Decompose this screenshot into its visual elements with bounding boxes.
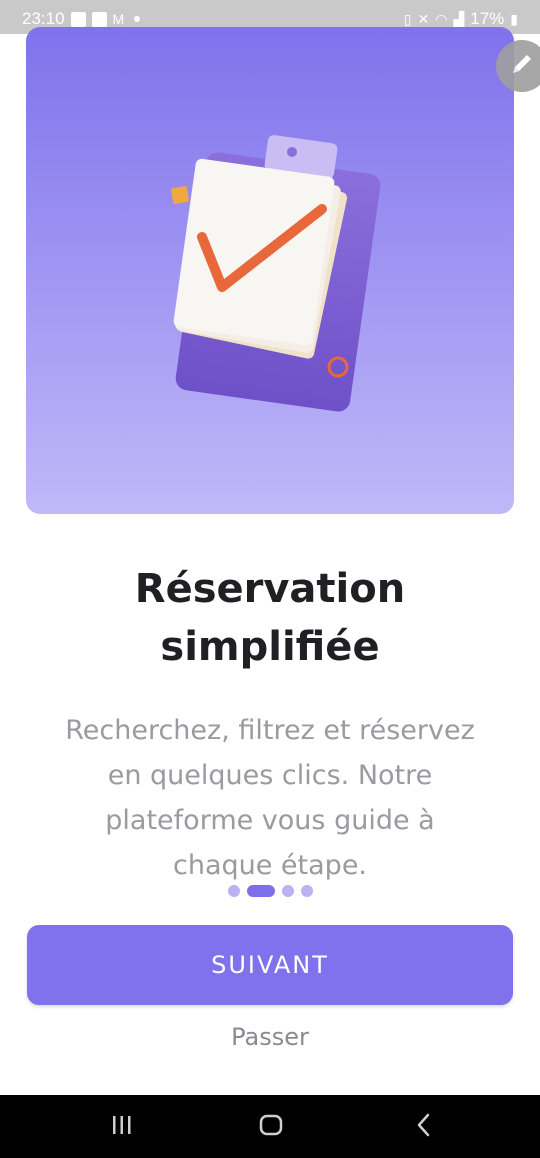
battery-percent: 17% — [470, 9, 505, 28]
navigation-bar — [0, 1095, 540, 1158]
onboarding-title: Réservation simplifiée — [40, 560, 500, 676]
description-line: plateforme vous guide à — [105, 805, 435, 836]
page-dot — [281, 885, 294, 897]
page-dot-active — [246, 885, 275, 897]
hero-illustration-card — [26, 27, 514, 514]
skip-button[interactable]: Passer — [0, 1020, 540, 1054]
home-icon[interactable] — [257, 1111, 285, 1139]
mail-icon: M — [112, 11, 125, 27]
battery-icon: ▮ — [510, 11, 518, 27]
back-icon[interactable] — [410, 1111, 438, 1139]
recents-icon[interactable] — [108, 1111, 136, 1139]
description-line: chaque étape. — [172, 850, 368, 881]
signal-icon: ▟ — [453, 11, 465, 27]
page-dot — [300, 885, 313, 897]
description-line: en quelques clics. Notre — [107, 760, 433, 791]
page-dot — [227, 885, 240, 897]
pencil-icon — [513, 55, 531, 73]
onboarding-description: Recherchez, filtrez et réservez en quelq… — [30, 708, 510, 888]
battery-saver-icon: ▯ — [403, 11, 412, 27]
image-icon — [70, 11, 86, 27]
status-time: 23:10 — [22, 9, 65, 28]
mute-icon: ✕ — [417, 11, 430, 27]
page-indicator — [0, 885, 540, 899]
edit-button[interactable] — [496, 40, 540, 92]
notification-dot-icon — [134, 16, 141, 22]
wifi-icon: ◠ — [435, 11, 448, 27]
next-button[interactable]: SUIVANT — [27, 925, 513, 1005]
check-box-icon — [91, 11, 107, 27]
description-line: Recherchez, filtrez et réservez — [65, 715, 475, 746]
title-line: simplifiée — [160, 624, 380, 670]
clipboard-checkmark-illustration — [171, 135, 381, 412]
title-line: Réservation — [134, 566, 406, 612]
